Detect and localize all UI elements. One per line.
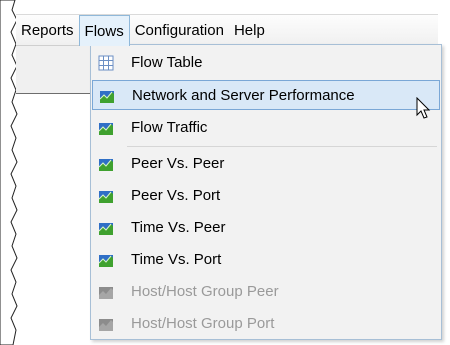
menu-reports[interactable]: Reports — [16, 15, 79, 45]
menu-bar: Reports Flows Configuration Help — [16, 14, 438, 46]
chart-icon — [98, 191, 113, 203]
menu-item-host-group-peer: Host/Host Group Peer — [92, 277, 440, 307]
menu-item-label: Peer Vs. Peer — [131, 155, 225, 172]
menu-item-label: Flow Traffic — [131, 119, 208, 136]
mouse-cursor-icon — [416, 97, 431, 119]
chart-icon — [99, 287, 113, 299]
menu-item-label: Peer Vs. Port — [131, 187, 221, 204]
menu-item-label: Time Vs. Peer — [131, 219, 226, 236]
menu-item-host-group-port: Host/Host Group Port — [92, 309, 440, 339]
menu-item-peer-vs-port[interactable]: Peer Vs. Port — [92, 181, 440, 211]
menu-item-flow-traffic[interactable]: Flow Traffic — [92, 113, 440, 143]
chart-icon — [99, 91, 114, 103]
menu-flows[interactable]: Flows — [78, 15, 130, 46]
menu-item-peer-vs-peer[interactable]: Peer Vs. Peer — [92, 149, 440, 179]
chart-icon — [98, 223, 113, 235]
menu-item-label: Host/Host Group Peer — [131, 283, 279, 300]
menu-item-time-vs-peer[interactable]: Time Vs. Peer — [92, 213, 440, 243]
table-icon — [98, 55, 114, 71]
menu-item-label: Flow Table — [131, 54, 203, 71]
chart-icon — [99, 319, 113, 331]
chart-icon — [98, 159, 113, 171]
menu-item-time-vs-port[interactable]: Time Vs. Port — [92, 245, 440, 275]
menu-configuration[interactable]: Configuration — [130, 15, 229, 45]
screenshot-stage: Reports Flows Configuration Help Flow Ta… — [0, 0, 450, 345]
menu-item-flow-table[interactable]: Flow Table — [92, 48, 440, 78]
menu-help[interactable]: Help — [229, 15, 270, 45]
menu-separator — [127, 146, 437, 147]
menu-item-label: Network and Server Performance — [132, 87, 355, 104]
menu-item-label: Time Vs. Port — [131, 251, 222, 268]
menu-item-network-server-performance[interactable]: Network and Server Performance — [92, 80, 440, 110]
chart-icon — [98, 123, 113, 135]
chart-icon — [98, 255, 113, 267]
menu-item-label: Host/Host Group Port — [131, 315, 275, 332]
flows-dropdown-menu: Flow Table Network and Server Performanc… — [90, 44, 442, 340]
